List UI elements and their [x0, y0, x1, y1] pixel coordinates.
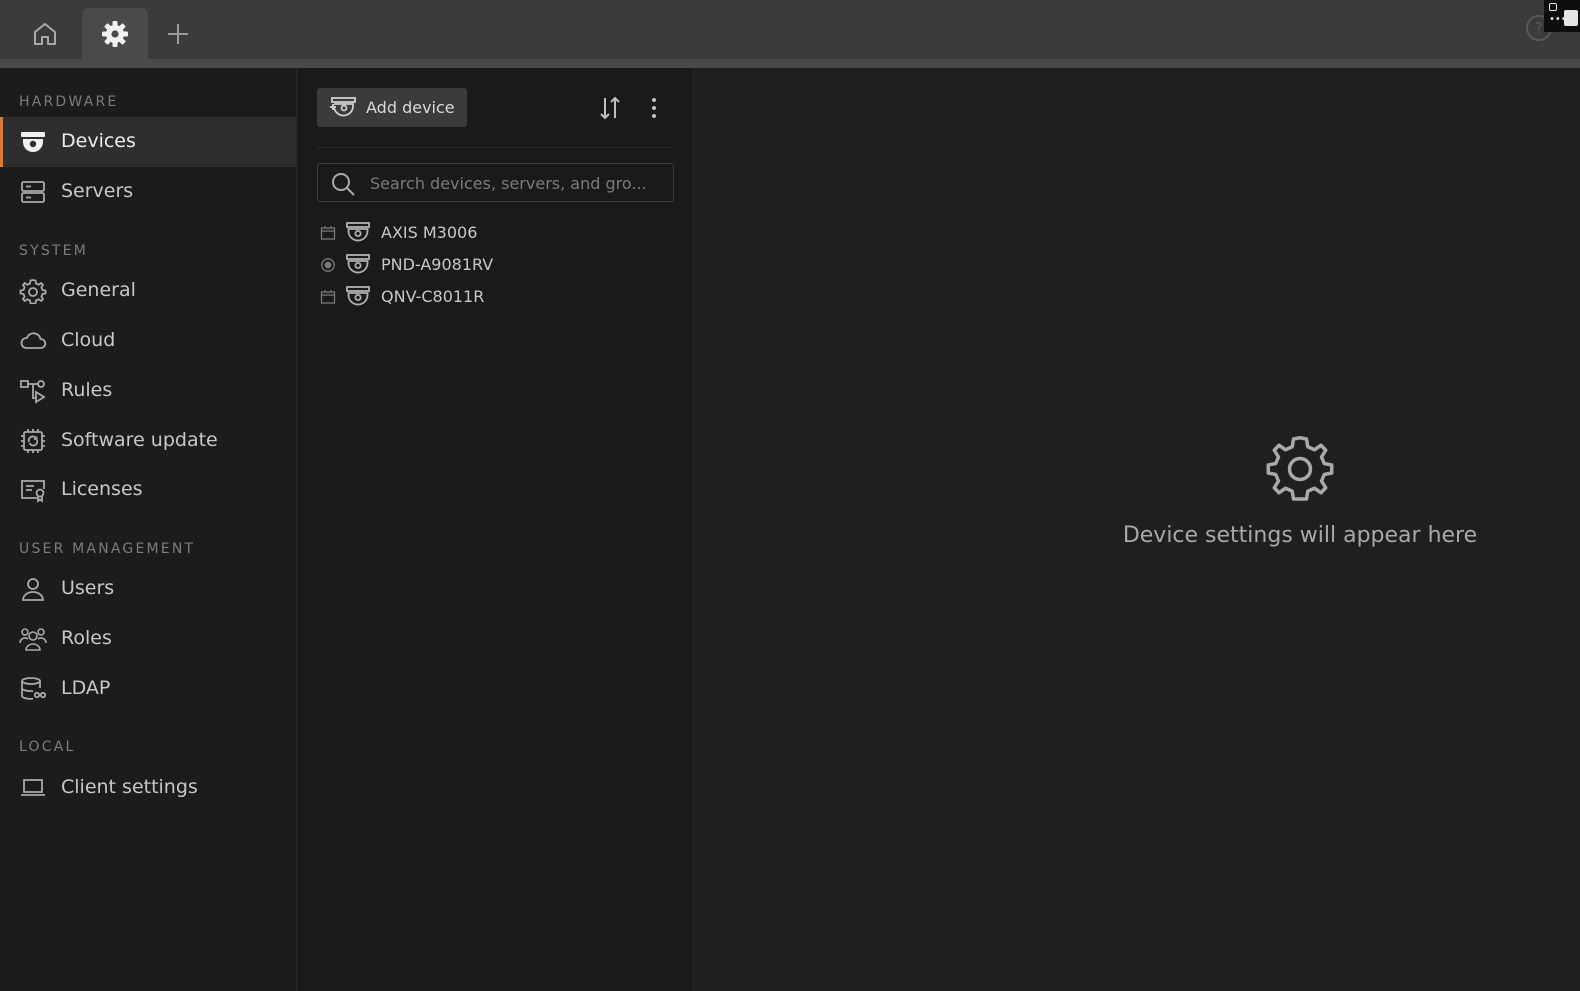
sidebar-item-cloud[interactable]: Cloud — [0, 316, 296, 366]
tab-settings[interactable] — [82, 8, 148, 59]
add-camera-icon — [330, 97, 356, 117]
sidebar-item-label: Servers — [61, 180, 134, 202]
sidebar-item-users[interactable]: Users — [0, 564, 296, 614]
toolbar-strip — [0, 59, 1580, 68]
add-device-label: Add device — [366, 98, 455, 117]
sidebar-item-label: Client settings — [61, 776, 198, 798]
ldap-icon — [21, 677, 47, 700]
gear-icon — [19, 279, 47, 304]
device-row-axis-m3006[interactable]: AXIS M3006 — [317, 218, 674, 248]
gear-icon — [1266, 436, 1334, 501]
tab-home[interactable] — [12, 8, 78, 59]
rules-icon — [20, 380, 46, 404]
add-device-button[interactable]: Add device — [317, 88, 467, 127]
server-icon — [21, 181, 45, 203]
link-icon — [1549, 3, 1557, 11]
software-update-icon — [21, 429, 45, 453]
recording-icon — [321, 258, 335, 272]
device-name: PND-A9081RV — [381, 255, 494, 274]
device-name: AXIS M3006 — [381, 223, 478, 242]
gear-icon — [102, 20, 128, 47]
laptop-icon — [21, 779, 45, 796]
search-input[interactable] — [370, 170, 666, 196]
sidebar-item-rules[interactable]: Rules — [0, 366, 296, 416]
sort-icon[interactable] — [598, 95, 622, 121]
search-icon — [332, 173, 355, 196]
section-title-hardware: HARDWARE — [19, 94, 119, 110]
camera-dome-icon — [346, 286, 370, 306]
placeholder-text: Device settings will appear here — [1122, 523, 1478, 548]
device-row-pnd-a9081rv[interactable]: PND-A9081RV — [317, 250, 674, 280]
sidebar-item-servers[interactable]: Servers — [0, 167, 296, 217]
section-title-user-management: USER MANAGEMENT — [19, 541, 196, 557]
sidebar-item-roles[interactable]: Roles — [0, 614, 296, 664]
sidebar-item-label: LDAP — [61, 677, 111, 699]
user-icon — [22, 578, 44, 601]
camera-dome-icon — [346, 254, 370, 274]
sidebar-item-label: Cloud — [61, 329, 116, 351]
tab-add[interactable] — [145, 8, 211, 59]
cloud-icon — [20, 332, 47, 349]
section-title-local: LOCAL — [19, 739, 76, 755]
app-window: ? ••• HARDWARE Devices Servers SYSTEM Ge… — [0, 0, 1580, 991]
calendar-icon — [320, 226, 336, 240]
camera-dome-icon — [346, 222, 370, 242]
more-options-icon[interactable] — [643, 95, 665, 121]
device-name: QNV-C8011R — [381, 287, 485, 306]
calendar-icon — [320, 290, 336, 304]
section-title-system: SYSTEM — [19, 243, 89, 259]
sidebar-item-label: Devices — [61, 130, 136, 152]
sidebar-item-licenses[interactable]: Licenses — [0, 465, 296, 515]
sidebar-item-label: Rules — [61, 379, 113, 401]
window-controls-badge[interactable]: ••• — [1544, 0, 1580, 32]
sidebar-item-ldap[interactable]: LDAP — [0, 664, 296, 714]
sidebar-item-devices[interactable]: Devices — [0, 117, 296, 167]
sidebar-item-general[interactable]: General — [0, 266, 296, 316]
sidebar-item-label: Software update — [61, 429, 218, 451]
plus-icon — [168, 23, 188, 44]
sidebar-item-label: Licenses — [61, 478, 143, 500]
sidebar-item-label: General — [61, 279, 136, 301]
window-icon — [1564, 10, 1578, 26]
sidebar-item-label: Roles — [61, 627, 112, 649]
roles-icon — [19, 628, 47, 651]
divider — [317, 147, 674, 148]
license-icon — [21, 480, 45, 503]
sidebar-item-software-update[interactable]: Software update — [0, 416, 296, 466]
device-settings-area: Device settings will appear here — [695, 68, 1580, 991]
sidebar: HARDWARE Devices Servers SYSTEM General … — [0, 68, 297, 991]
sidebar-item-label: Users — [61, 577, 115, 599]
device-list-panel: Add device Search devices, servers, and … — [298, 68, 694, 991]
sidebar-item-client-settings[interactable]: Client settings — [0, 763, 296, 813]
camera-dome-icon — [21, 132, 45, 152]
home-icon — [34, 22, 56, 45]
search-field[interactable] — [317, 163, 674, 202]
device-row-qnv-c8011r[interactable]: QNV-C8011R — [317, 282, 674, 312]
tab-bar: ? ••• — [0, 0, 1580, 59]
